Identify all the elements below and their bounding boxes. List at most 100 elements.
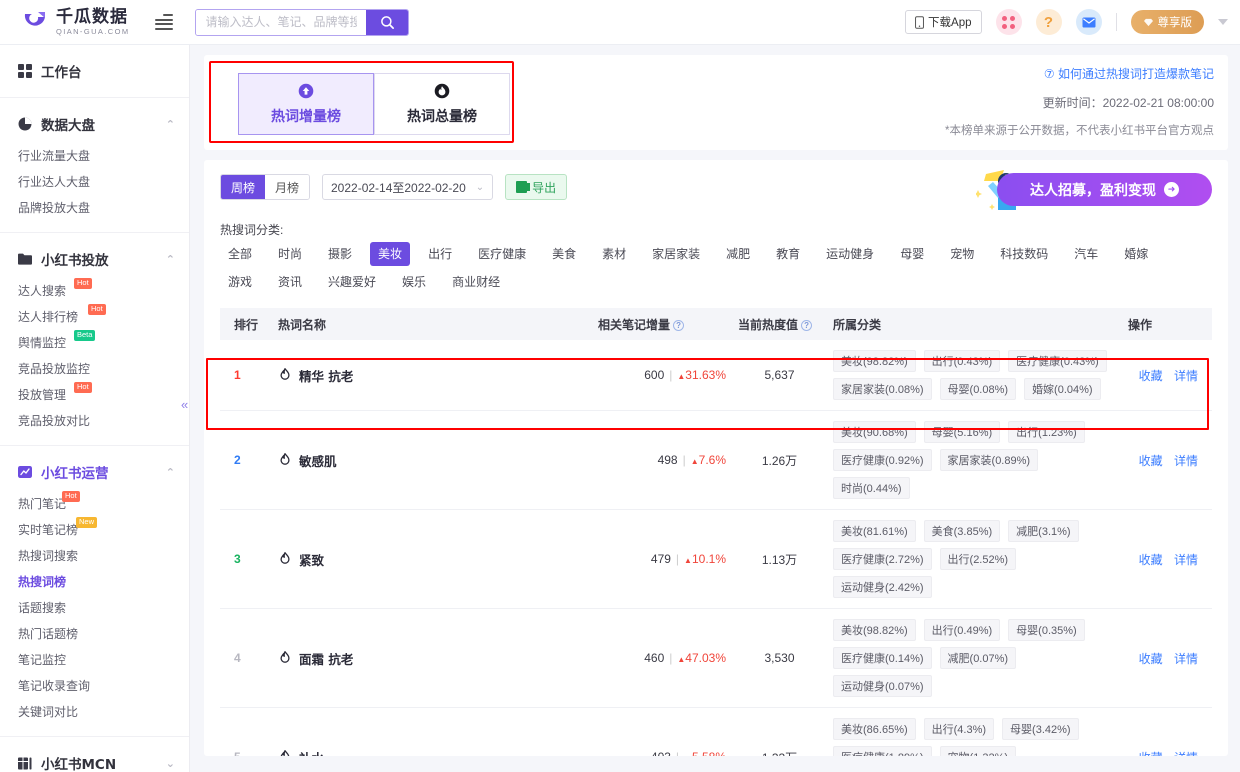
sidebar-sublink-kol-search[interactable]: 达人搜索 Hot [18, 278, 106, 304]
sidebar-collapse-handle[interactable]: « [181, 397, 188, 412]
table-row[interactable]: 2 敏感肌 498 | ▲7.6% 1.26万 美妆(90.68%) 母婴(5.… [220, 410, 1212, 510]
cell-word-text[interactable]: 敏感肌 [299, 451, 337, 470]
detail-link[interactable]: 详情 [1174, 553, 1198, 567]
sidebar-sublink-competitor-compare[interactable]: 竞品投放对比 [18, 408, 106, 434]
detail-link[interactable]: 详情 [1174, 652, 1198, 666]
mail-envelope-icon[interactable] [1075, 9, 1102, 35]
detail-link[interactable]: 详情 [1174, 454, 1198, 468]
detail-link[interactable]: 详情 [1174, 751, 1198, 757]
favorite-link[interactable]: 收藏 [1139, 751, 1163, 757]
category-item-fitness[interactable]: 运动健身 [818, 242, 882, 266]
sidebar-sublink-note-index[interactable]: 笔记收录查询 [18, 673, 106, 699]
category-item-food[interactable]: 美食 [544, 242, 584, 266]
sidebar-sublink-keyword-compare[interactable]: 关键词对比 [18, 699, 106, 725]
chevron-up-icon[interactable]: ⌃ [166, 466, 175, 479]
chevron-up-icon[interactable]: ⌃ [166, 118, 175, 131]
table-row[interactable]: 4 面霜 抗老 460 | ▲47.03% 3,530 美妆(98.82%) 出… [220, 608, 1212, 708]
favorite-link[interactable]: 收藏 [1139, 652, 1163, 666]
caret-down-icon[interactable] [1218, 19, 1228, 25]
sublink-label: 热门话题榜 [18, 627, 79, 641]
sidebar-sublink-hot-topics[interactable]: 热门话题榜 [18, 621, 106, 647]
cell-ops: 收藏 详情 [1122, 410, 1212, 510]
sidebar-sublink-note-monitor[interactable]: 笔记监控 [18, 647, 106, 673]
sidebar-sublink-hotword-rank[interactable]: 热搜词榜 [18, 569, 106, 595]
sidebar-sublink-topic-search[interactable]: 话题搜索 [18, 595, 106, 621]
category-item-hobby[interactable]: 兴趣爱好 [320, 270, 384, 294]
favorite-link[interactable]: 收藏 [1139, 454, 1163, 468]
category-item-fashion[interactable]: 时尚 [270, 242, 310, 266]
sidebar-sublink-competitor-monitor[interactable]: 竞品投放监控 [18, 356, 106, 382]
sidebar-sublink-hotword-search[interactable]: 热搜词搜索 [18, 543, 106, 569]
cell-heat: 1.13万 [732, 509, 827, 609]
category-item-travel[interactable]: 出行 [420, 242, 460, 266]
logo[interactable]: 千瓜数据 QIAN-GUA.COM [22, 8, 129, 36]
cell-word-text[interactable]: 补水 [299, 748, 324, 757]
cell-word-text[interactable]: 面霜 抗老 [299, 649, 353, 668]
export-button[interactable]: 导出 [505, 174, 568, 200]
sidebar-item-xhs-ops[interactable]: 小红书运营 ⌃ [0, 457, 189, 487]
sidebar-sublink-industry-traffic[interactable]: 行业流量大盘 [18, 143, 106, 169]
tab-hotword-total[interactable]: 热词总量榜 [374, 73, 510, 135]
category-item-photography[interactable]: 摄影 [320, 242, 360, 266]
apps-grid-icon[interactable] [995, 9, 1022, 35]
tab-hotword-growth[interactable]: 热词增量榜 [238, 73, 374, 135]
date-range-picker[interactable]: 2022-02-14至2022-02-20 ⌄ [322, 174, 494, 200]
category-item-beauty[interactable]: 美妆 [370, 242, 411, 266]
promo-pill[interactable]: 达人招募，盈利变现 ➜ [997, 173, 1212, 206]
sidebar-sublink-industry-kol[interactable]: 行业达人大盘 [18, 169, 106, 195]
cell-delta: 460 | ▲47.03% [592, 608, 732, 708]
sidebar-item-xhs-ads[interactable]: 小红书投放 ⌃ [0, 244, 189, 274]
category-item-maternal[interactable]: 母婴 [892, 242, 932, 266]
help-icon[interactable]: ? [673, 319, 685, 331]
help-icon[interactable]: ? [801, 319, 813, 331]
category-item-entertainment[interactable]: 娱乐 [394, 270, 434, 294]
table-header-row: 排行 热词名称 相关笔记增量? 当前热度值? 所属分类 操作 [220, 308, 1212, 340]
sidebar-sublink-realtime-notes[interactable]: 实时笔记榜 New [18, 517, 106, 543]
vip-upgrade-button[interactable]: 尊享版 [1130, 10, 1204, 34]
category-item-education[interactable]: 教育 [768, 242, 808, 266]
sidebar-item-data-overview[interactable]: 数据大盘 ⌃ [0, 109, 189, 139]
sidebar-item-workbench[interactable]: 工作台 [0, 56, 189, 86]
detail-link[interactable]: 详情 [1174, 369, 1198, 383]
table-row[interactable]: 3 紧致 479 | ▲10.1% 1.13万 美妆(81.61%) 美食(3.… [220, 509, 1212, 609]
table-row[interactable]: 5 补水 403|▲5.58% 1.33万 [220, 707, 1212, 757]
category-item-tech[interactable]: 科技数码 [992, 242, 1056, 266]
sidebar-sublink-brand-ads[interactable]: 品牌投放大盘 [18, 195, 106, 221]
cat-tag: 母婴(0.08%) [939, 378, 1017, 400]
chevron-down-icon[interactable]: ⌄ [166, 757, 175, 770]
chevron-up-icon[interactable]: ⌃ [166, 253, 175, 266]
table-row[interactable]: 1 精华 抗老 600 | ▲31.63% 5,637 美妆(98.82%) 出… [220, 340, 1212, 411]
category-item-business[interactable]: 商业财经 [444, 270, 508, 294]
promo-banner[interactable]: 达人招募，盈利变现 ➜ [954, 168, 1212, 210]
category-item-weightloss[interactable]: 减肥 [718, 242, 758, 266]
download-app-button[interactable]: 下载App [905, 10, 982, 34]
cell-word-text[interactable]: 紧致 [299, 550, 324, 569]
category-item-news[interactable]: 资讯 [270, 270, 310, 294]
sidebar-item-mcn[interactable]: 小红书MCN ⌄ [0, 748, 189, 772]
global-search[interactable] [195, 8, 410, 36]
category-item-all[interactable]: 全部 [220, 242, 260, 266]
category-item-health[interactable]: 医疗健康 [470, 242, 534, 266]
sublink-label: 竞品投放对比 [18, 414, 91, 428]
category-item-auto[interactable]: 汽车 [1066, 242, 1106, 266]
how-to-link[interactable]: ⑦ 如何通过热搜词打造爆款笔记 [945, 65, 1214, 82]
category-item-pets[interactable]: 宠物 [942, 242, 982, 266]
chevron-down-icon: ⌄ [475, 181, 485, 193]
search-button[interactable] [366, 9, 409, 35]
favorite-link[interactable]: 收藏 [1139, 369, 1163, 383]
help-question-icon[interactable]: ? [1035, 9, 1062, 35]
sidebar-sublink-sentiment[interactable]: 舆情监控 Beta [18, 330, 106, 356]
period-week-button[interactable]: 周榜 [221, 175, 265, 199]
period-month-button[interactable]: 月榜 [265, 175, 309, 199]
category-item-wedding[interactable]: 婚嫁 [1116, 242, 1156, 266]
search-input[interactable] [196, 9, 367, 35]
menu-fold-icon[interactable] [155, 13, 174, 31]
category-item-home[interactable]: 家居家装 [644, 242, 708, 266]
favorite-link[interactable]: 收藏 [1139, 553, 1163, 567]
sidebar-sublink-hot-notes[interactable]: 热门笔记 Hot [18, 491, 106, 517]
category-item-material[interactable]: 素材 [594, 242, 634, 266]
category-item-games[interactable]: 游戏 [220, 270, 260, 294]
sidebar-sublink-ads-manage[interactable]: 投放管理 Hot [18, 382, 106, 408]
sidebar-sublink-kol-rank[interactable]: 达人排行榜 Hot [18, 304, 106, 330]
cell-word-text[interactable]: 精华 抗老 [299, 366, 353, 385]
